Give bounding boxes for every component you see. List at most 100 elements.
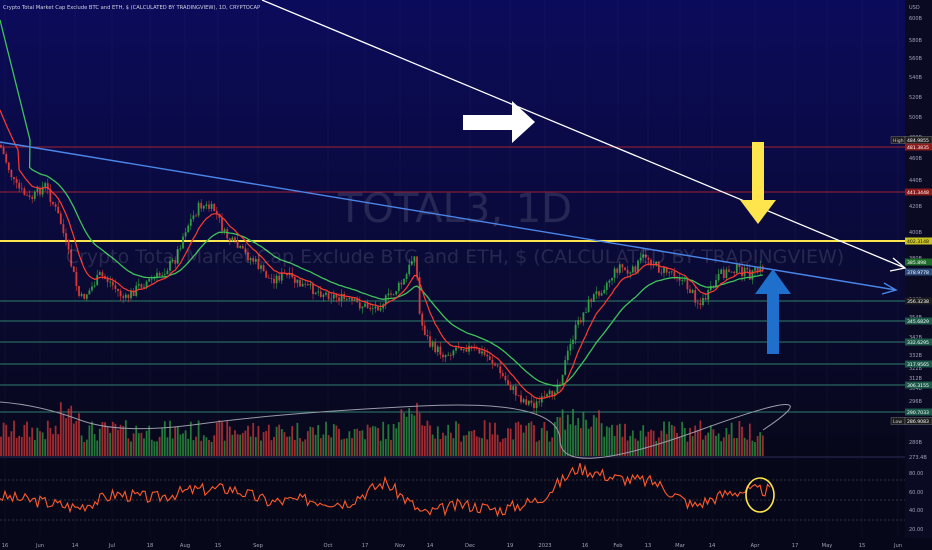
volume-bar [725, 427, 728, 456]
time-tick: 14 [427, 543, 434, 549]
candle-body [626, 269, 629, 274]
volume-bar [117, 429, 119, 456]
candle-body [681, 280, 684, 282]
volume-bar [507, 428, 509, 456]
volume-bar [748, 423, 751, 456]
candle-body [101, 272, 104, 277]
volume-bar [403, 413, 405, 456]
level-481: 481.3835 [905, 143, 932, 151]
volume-bar [239, 434, 242, 456]
candle-body [353, 298, 356, 301]
candle-body [184, 232, 187, 237]
candle-body [683, 279, 686, 281]
candle-body [374, 306, 377, 309]
candle-body [730, 271, 733, 273]
candle-body [390, 293, 392, 295]
candle-body [442, 354, 444, 358]
candle-body [600, 293, 603, 296]
volume-bar [62, 413, 65, 456]
volume-bar [657, 437, 660, 456]
volume-bar [280, 429, 283, 456]
volume-bar [582, 412, 585, 456]
volume-bar [319, 438, 322, 456]
candle-body [733, 271, 736, 274]
volume-bar [436, 426, 439, 456]
volume-bar [579, 428, 582, 456]
volume-bar [423, 425, 426, 456]
volume-bar [743, 437, 746, 456]
volume-bar [5, 424, 8, 456]
candle-body [335, 294, 338, 298]
candle-body [592, 294, 595, 303]
candle-body [496, 365, 499, 367]
volume-bar [351, 438, 353, 456]
volume-bar [634, 438, 637, 456]
candle-body [439, 346, 442, 355]
volume-bar [416, 402, 418, 456]
time-tick: Jul [108, 543, 115, 549]
volume-bar [384, 439, 387, 456]
candle-body [80, 294, 83, 296]
volume-bar [712, 429, 715, 456]
candle-body [299, 279, 301, 287]
price-tick: 296B [909, 399, 923, 405]
volume-bar [577, 417, 580, 456]
candle-body [91, 286, 93, 291]
candle-body [296, 279, 299, 283]
candle-body [31, 196, 34, 199]
volume-bar [738, 420, 741, 456]
volume-bar [374, 426, 377, 456]
volume-bar [501, 438, 504, 456]
volume-bar [249, 436, 252, 456]
svg-text:484.9855: 484.9855 [907, 138, 929, 144]
volume-bar [598, 410, 600, 456]
volume-bar [481, 438, 483, 456]
candle-body [124, 294, 127, 298]
candle-body [33, 191, 36, 199]
candle-body [213, 203, 216, 211]
volume-bar [98, 428, 101, 456]
volume-bar [145, 430, 148, 456]
volume-bar [478, 437, 481, 456]
candle-body [673, 271, 676, 277]
volume-bar [595, 417, 598, 456]
volume-bar [101, 422, 104, 456]
candle-body [270, 277, 273, 279]
candle-body [148, 278, 151, 282]
volume-bar [228, 426, 231, 456]
volume-bar [637, 440, 639, 456]
svg-text:317.9565: 317.9565 [907, 362, 929, 368]
candle-body [587, 299, 590, 313]
candle-body [143, 286, 145, 288]
volume-bar [314, 434, 317, 456]
candle-body [158, 272, 161, 276]
candle-body [507, 380, 509, 386]
candle-body [314, 292, 317, 295]
volume-bar [306, 431, 309, 456]
volume-bar [413, 415, 416, 456]
svg-text:High: High [893, 138, 904, 144]
candle-body [345, 298, 348, 300]
volume-bar [405, 416, 408, 456]
candle-body [720, 269, 723, 274]
price-chart[interactable]: TOTAL3, 1D Crypto Total Market Cap Exclu… [0, 0, 932, 550]
candle-body [187, 225, 190, 233]
low-tag: Low 286.9083 [890, 417, 932, 425]
level-317: 317.9565 [905, 360, 932, 368]
volume-bar [343, 438, 346, 456]
volume-bar [301, 441, 304, 456]
time-tick: 2023 [538, 543, 551, 549]
volume-bar [540, 428, 543, 456]
volume-bar [0, 436, 2, 456]
volume-bar [179, 434, 182, 456]
volume-bar [252, 422, 255, 456]
rsi-tick: 40.00 [909, 508, 923, 514]
volume-bar [392, 424, 395, 456]
candle-body [150, 278, 153, 280]
volume-bar [57, 434, 60, 456]
volume-bar [707, 432, 710, 456]
candle-body [78, 285, 80, 296]
volume-bar [387, 424, 390, 456]
level-345: 345.6829 [905, 317, 932, 325]
candle-body [499, 366, 502, 374]
